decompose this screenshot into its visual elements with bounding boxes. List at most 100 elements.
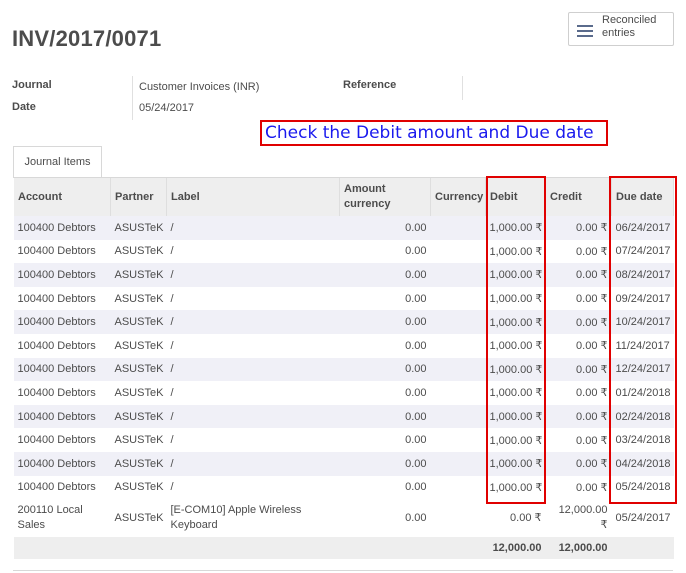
cell-account: 100400 Debtors: [13, 263, 111, 287]
reconciled-entries-button[interactable]: Reconciled entries: [568, 12, 674, 46]
cell-label: /: [166, 475, 340, 500]
cell-account: 100400 Debtors: [13, 333, 111, 358]
cell-account: 100400 Debtors: [13, 428, 111, 452]
cell-amount-currency: 0.00: [339, 404, 431, 429]
cell-partner: ASUSTeK: [110, 216, 167, 240]
bottom-divider: [13, 570, 673, 571]
reference-divider: [462, 76, 463, 100]
cell-account: 200110 Local Sales: [13, 499, 111, 538]
col-account[interactable]: Account: [13, 178, 111, 216]
cell-credit: 0.00 ₹: [545, 310, 612, 334]
cell-credit: 0.00 ₹: [545, 451, 612, 476]
cell-label: /: [166, 357, 340, 382]
list-icon: [577, 25, 593, 37]
cell-label: /: [166, 333, 340, 358]
cell-partner: ASUSTeK: [110, 333, 167, 358]
cell-currency: [430, 310, 486, 334]
cell-partner: ASUSTeK: [110, 475, 167, 500]
cell-label: /: [166, 263, 340, 287]
cell-partner: ASUSTeK: [110, 404, 167, 429]
cell-amount-currency: 0.00: [339, 263, 431, 287]
table-row[interactable]: 100400 Debtors ASUSTeK/0.00 1,000.00 ₹0.00…: [13, 216, 674, 240]
cell-label: /: [166, 310, 340, 334]
col-partner[interactable]: Partner: [110, 178, 167, 216]
cell-account: 100400 Debtors: [13, 286, 111, 311]
annotation-callout: Check the Debit amount and Due date: [260, 120, 608, 146]
cell-currency: [430, 451, 486, 476]
table-row[interactable]: 100400 Debtors ASUSTeK/0.00 1,000.00 ₹0.00…: [13, 333, 674, 358]
cell-account: 100400 Debtors: [13, 381, 111, 405]
table-row[interactable]: 100400 Debtors ASUSTeK/0.00 1,000.00 ₹0.00…: [13, 286, 674, 311]
cell-amount-currency: 0.00: [339, 475, 431, 500]
table-row[interactable]: 200110 Local Sales ASUSTeK [E-COM10] Apple…: [13, 499, 674, 538]
cell-label: /: [166, 381, 340, 405]
cell-amount-currency: 0.00: [339, 428, 431, 452]
col-credit[interactable]: Credit: [545, 178, 612, 216]
cell-currency: [430, 286, 486, 311]
cell-partner: ASUSTeK: [110, 451, 167, 476]
cell-label: /: [166, 404, 340, 429]
table-row[interactable]: 100400 Debtors ASUSTeK/0.00 1,000.00 ₹0.00…: [13, 263, 674, 287]
table-row[interactable]: 100400 Debtors ASUSTeK/0.00 1,000.00 ₹0.00…: [13, 428, 674, 452]
cell-label: /: [166, 428, 340, 452]
cell-currency: [430, 428, 486, 452]
debit-highlight-box: [486, 176, 546, 504]
reference-label: Reference: [343, 79, 397, 91]
total-cell: [339, 537, 431, 560]
cell-credit: 0.00 ₹: [545, 216, 612, 240]
cell-credit: 0.00 ₹: [545, 239, 612, 264]
journal-value[interactable]: Customer Invoices (INR): [139, 81, 259, 93]
col-currency[interactable]: Currency: [430, 178, 486, 216]
total-cell: [430, 537, 486, 560]
cell-amount-currency: 0.00: [339, 333, 431, 358]
cell-account: 100400 Debtors: [13, 310, 111, 334]
cell-credit: 0.00 ₹: [545, 404, 612, 429]
cell-credit: 0.00 ₹: [545, 381, 612, 405]
cell-currency: [430, 239, 486, 264]
cell-currency: [430, 333, 486, 358]
cell-credit: 0.00 ₹: [545, 357, 612, 382]
cell-partner: ASUSTeK: [110, 310, 167, 334]
cell-credit: 0.00 ₹: [545, 428, 612, 452]
date-value[interactable]: 05/24/2017: [139, 102, 194, 114]
cell-currency: [430, 216, 486, 240]
cell-currency: [430, 263, 486, 287]
cell-credit: 0.00 ₹: [545, 333, 612, 358]
cell-amount-currency: 0.00: [339, 216, 431, 240]
cell-amount-currency: 0.00: [339, 451, 431, 476]
cell-amount-currency: 0.00: [339, 286, 431, 311]
cell-account: 100400 Debtors: [13, 216, 111, 240]
journal-label: Journal: [12, 79, 52, 91]
cell-debit: 0.00 ₹: [485, 499, 546, 538]
col-label[interactable]: Label: [166, 178, 340, 216]
tab-journal-items[interactable]: Journal Items: [13, 146, 102, 178]
total-debit: 12,000.00: [485, 537, 546, 560]
table-row[interactable]: 100400 Debtors ASUSTeK/0.00 1,000.00 ₹0.00…: [13, 310, 674, 334]
page-title: INV/2017/0071: [12, 26, 162, 51]
table-header-row: Account Partner Label Amount currency Cu…: [13, 178, 674, 216]
total-cell: [13, 537, 111, 560]
table-row[interactable]: 100400 Debtors ASUSTeK/0.00 1,000.00 ₹0.00…: [13, 239, 674, 264]
total-cell: [110, 537, 167, 560]
cell-amount-currency: 0.00: [339, 239, 431, 264]
table-row[interactable]: 100400 Debtors ASUSTeK/0.00 1,000.00 ₹0.00…: [13, 451, 674, 476]
cell-currency: [430, 404, 486, 429]
journal-items-table: Account Partner Label Amount currency Cu…: [13, 178, 674, 560]
field-divider: [132, 76, 133, 120]
cell-account: 100400 Debtors: [13, 357, 111, 382]
cell-label: /: [166, 286, 340, 311]
table-row[interactable]: 100400 Debtors ASUSTeK/0.00 1,000.00 ₹0.00…: [13, 404, 674, 429]
cell-currency: [430, 357, 486, 382]
table-row[interactable]: 100400 Debtors ASUSTeK/0.00 1,000.00 ₹0.00…: [13, 475, 674, 500]
cell-partner: ASUSTeK: [110, 286, 167, 311]
table-row[interactable]: 100400 Debtors ASUSTeK/0.00 1,000.00 ₹0.00…: [13, 357, 674, 382]
table-row[interactable]: 100400 Debtors ASUSTeK/0.00 1,000.00 ₹0.00…: [13, 381, 674, 405]
total-cell: [611, 537, 674, 560]
cell-partner: ASUSTeK: [110, 499, 167, 538]
col-amount-currency[interactable]: Amount currency: [339, 178, 431, 216]
cell-partner: ASUSTeK: [110, 428, 167, 452]
cell-account: 100400 Debtors: [13, 475, 111, 500]
cell-label: /: [166, 216, 340, 240]
reconciled-entries-label: Reconciled entries: [602, 14, 657, 39]
cell-partner: ASUSTeK: [110, 263, 167, 287]
